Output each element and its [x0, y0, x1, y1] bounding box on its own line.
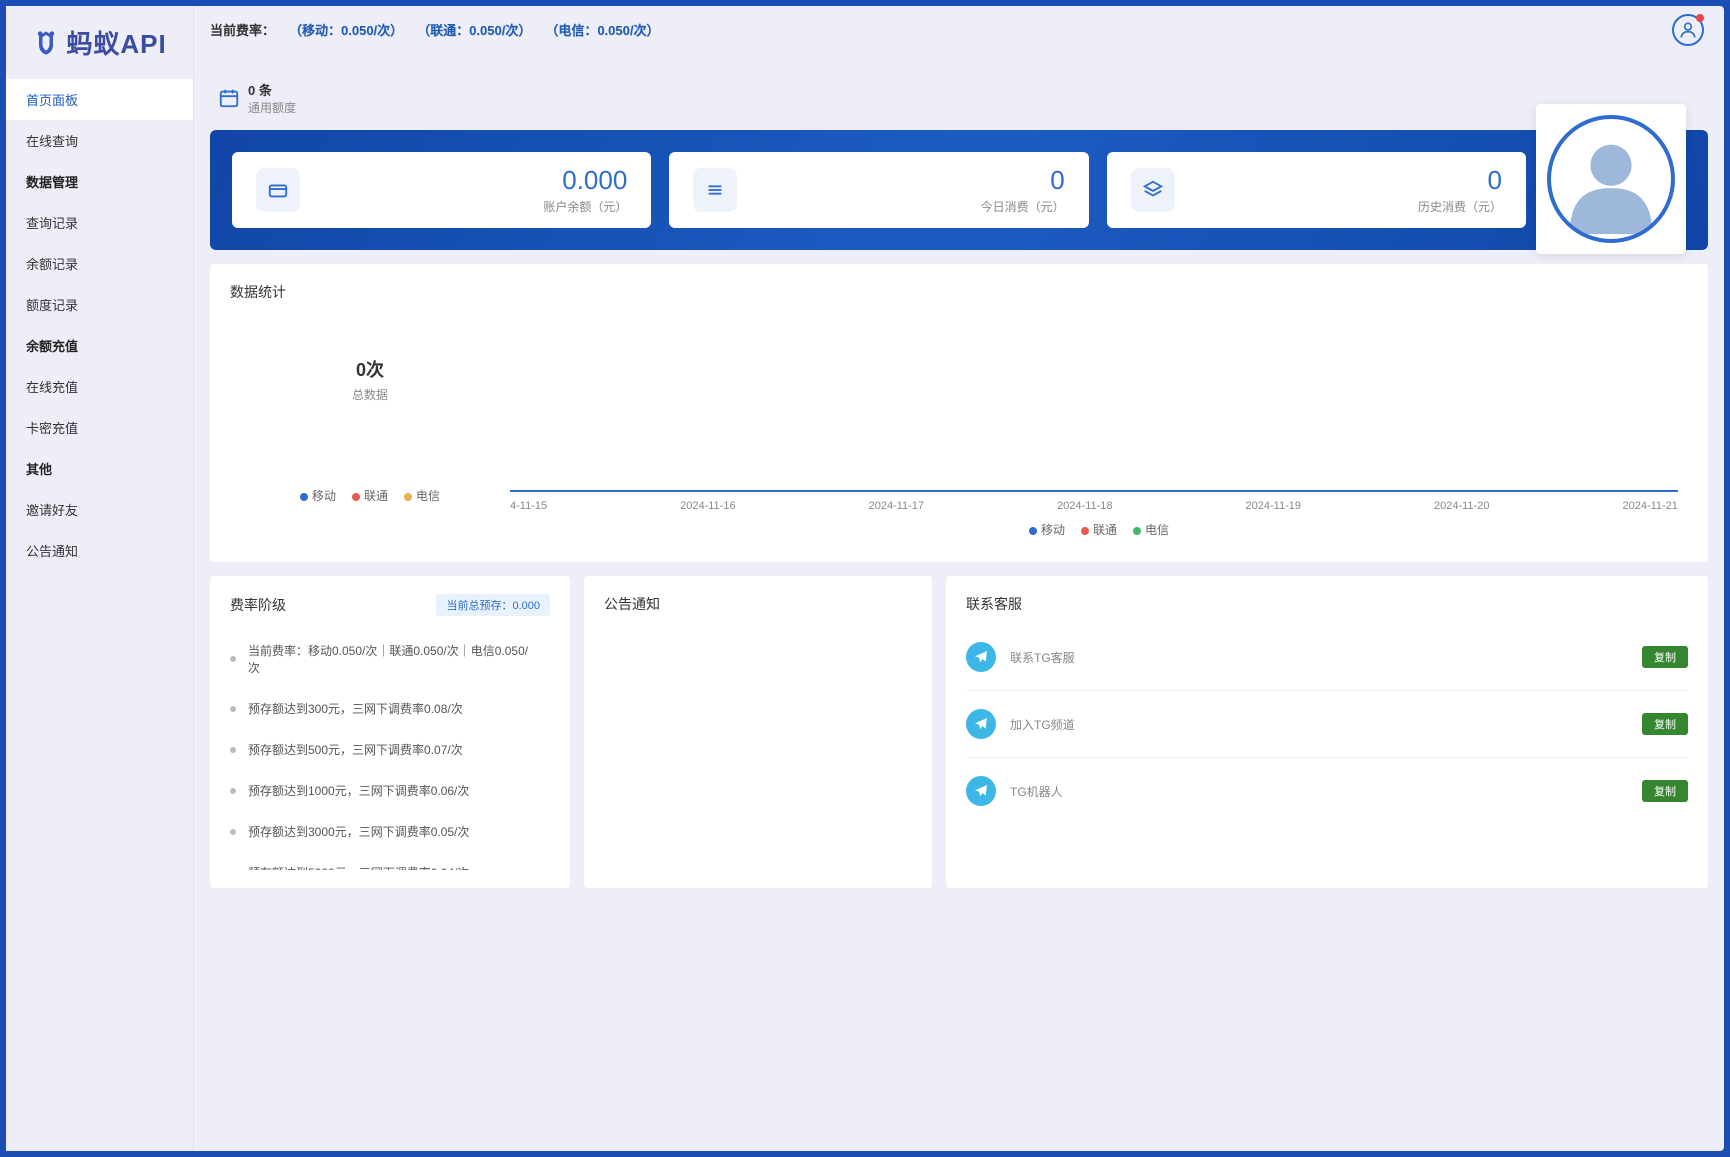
logo: 蚂蚁API: [6, 6, 193, 79]
contact-title: 联系客服: [966, 594, 1688, 614]
nav-online-recharge[interactable]: 在线充值: [6, 366, 193, 407]
stat-history-label: 历史消费（元）: [1193, 198, 1502, 215]
rate-unicom: （联通：0.050/次）: [417, 20, 531, 39]
chart-date-2: 2024-11-17: [869, 500, 924, 512]
copy-button[interactable]: 复制: [1642, 780, 1688, 802]
content: 0 条 通用额度 0.000 账户余额（元）: [194, 52, 1724, 900]
notice-panel: 公告通知: [584, 576, 932, 888]
telegram-icon: [966, 776, 996, 806]
nav-announce[interactable]: 公告通知: [6, 530, 193, 571]
contact-label: 联系TG客服: [1010, 649, 1628, 666]
telegram-icon: [966, 709, 996, 739]
sidebar: 蚂蚁API 首页面板 在线查询 数据管理 查询记录 余额记录 额度记录 余额充值…: [6, 6, 194, 1151]
profile-avatar-card: [1536, 104, 1686, 254]
quota-value: 0 条: [248, 80, 296, 99]
chart-dates: 4-11-15 2024-11-16 2024-11-17 2024-11-18…: [510, 500, 1678, 512]
tier-item: 预存额达到300元，三网下调费率0.08/次: [230, 688, 540, 729]
legend-mobile: 移动: [312, 489, 336, 503]
chart-date-1: 2024-11-16: [680, 500, 735, 512]
chart-legend-right: 移动 联通 电信: [510, 521, 1688, 538]
contact-item-tg-channel: 加入TG频道 复制: [966, 691, 1688, 758]
chart-date-5: 2024-11-20: [1434, 500, 1489, 512]
contact-panel: 联系客服 联系TG客服 复制 加入TG频道 复制: [946, 576, 1708, 888]
chart-total-value: 0次: [356, 356, 384, 382]
user-avatar-icon[interactable]: [1672, 14, 1704, 46]
stat-today: 0 今日消费（元）: [669, 152, 1088, 228]
stat-banner: 0.000 账户余额（元） 0 今日消费（元）: [210, 130, 1708, 250]
copy-button[interactable]: 复制: [1642, 713, 1688, 735]
stat-today-value: 0: [755, 165, 1064, 196]
wallet-icon: [256, 168, 300, 212]
nav-invite[interactable]: 邀请好友: [6, 489, 193, 530]
ant-logo-icon: [32, 29, 60, 57]
rate-tier-title: 费率阶级: [230, 595, 286, 615]
tier-item: 预存额达到1000元，三网下调费率0.06/次: [230, 770, 540, 811]
rate-tier-badge: 当前总预存：0.000: [436, 594, 550, 616]
chart-area: 4-11-15 2024-11-16 2024-11-17 2024-11-18…: [510, 316, 1688, 526]
chart-title: 数据统计: [230, 282, 1688, 302]
chart-date-6: 2024-11-21: [1622, 500, 1677, 512]
nav-quota-records[interactable]: 额度记录: [6, 284, 193, 325]
nav-card-recharge[interactable]: 卡密充值: [6, 407, 193, 448]
stat-history: 0 历史消费（元）: [1107, 152, 1526, 228]
copy-button[interactable]: 复制: [1642, 646, 1688, 668]
nav-section-recharge: 余额充值: [6, 325, 193, 366]
chart-date-4: 2024-11-19: [1246, 500, 1301, 512]
chart-total-label: 总数据: [352, 386, 388, 403]
stat-today-label: 今日消费（元）: [755, 198, 1064, 215]
nav-section-other: 其他: [6, 448, 193, 489]
app-root: 蚂蚁API 首页面板 在线查询 数据管理 查询记录 余额记录 额度记录 余额充值…: [6, 6, 1724, 1151]
nav-query-records[interactable]: 查询记录: [6, 202, 193, 243]
header-rate-label: 当前费率：: [210, 20, 275, 39]
contact-item-tg-bot: TG机器人 复制: [966, 758, 1688, 824]
rate-mobile: （移动：0.050/次）: [289, 20, 403, 39]
tier-item: 预存额达到3000元，三网下调费率0.05/次: [230, 811, 540, 852]
tier-list[interactable]: 当前费率：移动0.050/次｜联通0.050/次｜电信0.050/次 预存额达到…: [230, 630, 550, 870]
telegram-icon: [966, 642, 996, 672]
stat-history-value: 0: [1193, 165, 1502, 196]
quota-row: 0 条 通用额度: [210, 64, 1708, 130]
main-content: 当前费率： （移动：0.050/次） （联通：0.050/次） （电信：0.05…: [194, 6, 1724, 1151]
legend2-telecom: 电信: [1145, 523, 1169, 537]
chart-date-0: 4-11-15: [510, 500, 547, 512]
tier-item: 当前费率：移动0.050/次｜联通0.050/次｜电信0.050/次: [230, 630, 540, 688]
list-icon: [693, 168, 737, 212]
tier-item: 预存额达到500元，三网下调费率0.07/次: [230, 729, 540, 770]
rate-telecom: （电信：0.050/次）: [545, 20, 659, 39]
legend2-unicom: 联通: [1093, 523, 1117, 537]
contact-label: 加入TG频道: [1010, 716, 1628, 733]
chart-date-3: 2024-11-18: [1057, 500, 1112, 512]
header: 当前费率： （移动：0.050/次） （联通：0.050/次） （电信：0.05…: [194, 6, 1724, 52]
contact-item-tg-service: 联系TG客服 复制: [966, 624, 1688, 691]
nav-section-data: 数据管理: [6, 161, 193, 202]
legend-telecom: 电信: [416, 489, 440, 503]
nav-online-query[interactable]: 在线查询: [6, 120, 193, 161]
chart-panel: 数据统计 0次 总数据 移动 联通 电信 4-11-: [210, 264, 1708, 562]
rate-tier-panel: 费率阶级 当前总预存：0.000 当前费率：移动0.050/次｜联通0.050/…: [210, 576, 570, 888]
notice-title: 公告通知: [604, 594, 912, 614]
bottom-row: 费率阶级 当前总预存：0.000 当前费率：移动0.050/次｜联通0.050/…: [210, 576, 1708, 888]
calendar-icon: [218, 87, 240, 109]
layers-icon: [1131, 168, 1175, 212]
stat-balance-label: 账户余额（元）: [318, 198, 627, 215]
chart-summary: 0次 总数据 移动 联通 电信: [230, 316, 510, 544]
nav-home[interactable]: 首页面板: [6, 79, 193, 120]
contact-label: TG机器人: [1010, 783, 1628, 800]
chart-x-axis: [510, 490, 1678, 492]
legend2-mobile: 移动: [1041, 523, 1065, 537]
tier-item: 预存额达到5000元，三网下调费率0.04/次: [230, 852, 540, 870]
logo-text: 蚂蚁API: [66, 24, 166, 61]
stat-balance: 0.000 账户余额（元）: [232, 152, 651, 228]
quota-label: 通用额度: [248, 99, 296, 116]
profile-avatar-icon: [1547, 115, 1675, 243]
stat-balance-value: 0.000: [318, 165, 627, 196]
nav-balance-records[interactable]: 余额记录: [6, 243, 193, 284]
legend-unicom: 联通: [364, 489, 388, 503]
chart-legend-left: 移动 联通 电信: [300, 487, 440, 504]
